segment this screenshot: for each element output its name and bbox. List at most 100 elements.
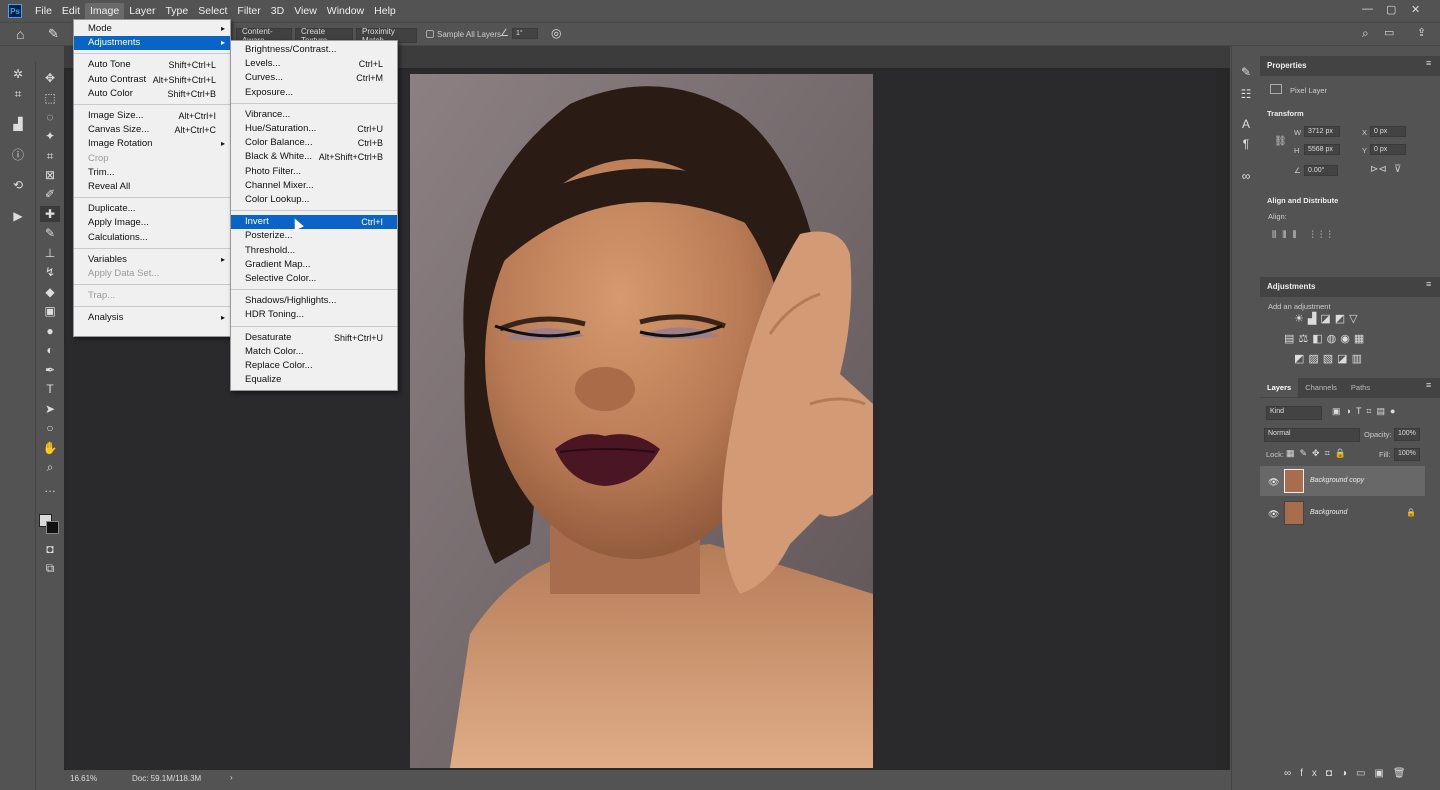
gradient-icon[interactable]: ▣	[40, 303, 60, 319]
blur-icon[interactable]: ●	[40, 323, 60, 339]
tab-paths[interactable]: Paths	[1344, 378, 1377, 397]
glyphs-icon[interactable]: ∞	[1236, 168, 1256, 184]
home-icon[interactable]: ⌂	[16, 26, 24, 42]
menu-item-invert[interactable]: Invert Ctrl+I	[231, 215, 397, 230]
transform-header[interactable]: Transform	[1267, 109, 1304, 118]
menu-item-auto-contrast[interactable]: Auto Contrast Alt+Shift+Ctrl+L	[74, 73, 230, 87]
character-icon[interactable]: A	[1236, 116, 1256, 132]
menu-item-crop[interactable]: Crop	[74, 152, 230, 166]
hand-tool-icon[interactable]: ✋	[40, 440, 60, 456]
menu-item-selective-color[interactable]: Selective Color...	[231, 272, 397, 286]
3d-icon[interactable]: ✲	[8, 66, 28, 82]
menu-item-match-color[interactable]: Match Color...	[231, 345, 397, 359]
stamp-tool-icon[interactable]: ⊥	[40, 245, 60, 261]
menu-layer[interactable]: Layer	[124, 3, 160, 19]
pressure-icon[interactable]: ◎	[551, 26, 561, 40]
menu-window[interactable]: Window	[322, 3, 369, 19]
menu-item-channel-mixer[interactable]: Channel Mixer...	[231, 179, 397, 193]
lasso-tool-icon[interactable]: ◌	[40, 109, 60, 125]
menu-item-gradient-map[interactable]: Gradient Map...	[231, 258, 397, 272]
adjustments-menu-icon[interactable]: ≡	[1426, 279, 1431, 289]
edit-icon[interactable]: ⌗	[8, 86, 28, 102]
menu-item-trim[interactable]: Trim...	[74, 166, 230, 180]
zoom-level[interactable]: 16.61%	[70, 774, 97, 783]
search-icon[interactable]: ⌕	[1362, 26, 1369, 41]
type-tool-icon[interactable]: T	[40, 381, 60, 397]
menu-item-replace-color[interactable]: Replace Color...	[231, 359, 397, 373]
zoom-tool-icon[interactable]: ⌕	[40, 459, 60, 475]
menu-item-auto-color[interactable]: Auto Color Shift+Ctrl+B	[74, 87, 230, 101]
adjustment-row-2[interactable]: ▤⚖◧◍◉▦	[1284, 332, 1368, 345]
menu-item-analysis[interactable]: Analysis ▸	[74, 311, 230, 325]
adjustments-header[interactable]: Adjustments	[1260, 277, 1440, 297]
menu-item-duplicate[interactable]: Duplicate...	[74, 202, 230, 216]
portrait-photo[interactable]	[410, 74, 873, 768]
menu-edit[interactable]: Edit	[57, 3, 85, 19]
menu-item-equalize[interactable]: Equalize	[231, 373, 397, 387]
menu-image[interactable]: Image	[85, 3, 125, 19]
y-field[interactable]: 0 px	[1370, 144, 1406, 155]
menu-item-color-lookup[interactable]: Color Lookup...	[231, 193, 397, 207]
align-header[interactable]: Align and Distribute	[1267, 196, 1338, 205]
menu-item-curves[interactable]: Curves... Ctrl+M	[231, 71, 397, 85]
close-icon[interactable]: ✕	[1411, 3, 1420, 16]
menu-item-image-rotation[interactable]: Image Rotation ▸	[74, 137, 230, 151]
properties-menu-icon[interactable]: ≡	[1426, 58, 1431, 68]
menu-item-color-balance[interactable]: Color Balance... Ctrl+B	[231, 136, 397, 150]
layer-actions[interactable]: ∞fx◘◑▭▣🗑	[1284, 768, 1415, 779]
menu-item-levels[interactable]: Levels... Ctrl+L	[231, 57, 397, 71]
move-tool-icon[interactable]: ✥	[40, 70, 60, 86]
menu-item-auto-tone[interactable]: Auto Tone Shift+Ctrl+L	[74, 58, 230, 72]
layer-name[interactable]: Background	[1310, 509, 1347, 516]
dodge-icon[interactable]: ◐	[40, 342, 60, 358]
kind-filter[interactable]: Kind	[1266, 406, 1322, 420]
lock-icons[interactable]: ▦✎✥⌗🔒	[1286, 448, 1351, 459]
menu-item-calculations[interactable]: Calculations...	[74, 231, 230, 245]
menu-item-exposure[interactable]: Exposure...	[231, 86, 397, 100]
adjustment-row-3[interactable]: ◩▨▧◪▥	[1294, 352, 1366, 365]
background-color-swatch[interactable]	[46, 521, 59, 534]
layers-menu-icon[interactable]: ≡	[1426, 380, 1431, 390]
history-brush-icon[interactable]: ↯	[40, 264, 60, 280]
layer-filter-icons[interactable]: ▣◑T⌗▤●	[1332, 406, 1400, 417]
history-icon[interactable]: ⟲	[8, 177, 28, 193]
menu-item-canvas-size[interactable]: Canvas Size... Alt+Ctrl+C	[74, 123, 230, 137]
ellipse-tool-icon[interactable]: ○	[40, 420, 60, 436]
menu-item-hdr-toning[interactable]: HDR Toning...	[231, 308, 397, 322]
healing-brush-icon[interactable]: ✚	[40, 206, 60, 222]
menu-item-brightness-contrast[interactable]: Brightness/Contrast...	[231, 43, 397, 57]
adjustment-row-1[interactable]: ☀▟◪◩▽	[1294, 312, 1362, 325]
screen-mode-icon[interactable]: ⧉	[40, 560, 60, 576]
visibility-eye-icon[interactable]: 👁	[1268, 477, 1279, 488]
menu-filter[interactable]: Filter	[232, 3, 265, 19]
workspace-icon[interactable]: ▭	[1384, 26, 1394, 39]
eraser-icon[interactable]: ◆	[40, 284, 60, 300]
minimize-icon[interactable]: —	[1362, 3, 1373, 15]
menu-item-black-white[interactable]: Black & White... Alt+Shift+Ctrl+B	[231, 150, 397, 164]
flip-horizontal-icon[interactable]: ⊳⊲	[1370, 164, 1387, 175]
layer-row-background[interactable]: 👁 Background 🔒	[1260, 498, 1425, 528]
share-icon[interactable]: ⇪	[1417, 26, 1426, 39]
x-field[interactable]: 0 px	[1370, 126, 1406, 137]
menu-item-vibrance[interactable]: Vibrance...	[231, 108, 397, 122]
layer-name[interactable]: Background copy	[1310, 477, 1364, 484]
link-icon[interactable]: ⛓	[1274, 136, 1287, 147]
flip-vertical-icon[interactable]: ⊽	[1394, 164, 1401, 175]
menu-item-reveal-all[interactable]: Reveal All	[74, 180, 230, 194]
more-tools-icon[interactable]: …	[40, 480, 60, 496]
layer-row-background-copy[interactable]: 👁 Background copy	[1260, 466, 1425, 496]
menu-help[interactable]: Help	[369, 3, 401, 19]
menu-type[interactable]: Type	[160, 3, 193, 19]
frame-tool-icon[interactable]: ⊠	[40, 167, 60, 183]
properties-header[interactable]: Properties	[1260, 56, 1440, 76]
menu-item-trap[interactable]: Trap...	[74, 289, 230, 303]
paragraph-icon[interactable]: ¶	[1236, 136, 1256, 152]
menu-item-variables[interactable]: Variables ▸	[74, 253, 230, 267]
tab-layers[interactable]: Layers	[1260, 378, 1299, 397]
blend-mode-select[interactable]: Normal	[1264, 428, 1360, 442]
brush-tool-icon[interactable]: ✎	[40, 225, 60, 241]
spot-healing-brush-icon[interactable]: ✎	[48, 26, 59, 42]
angle-input[interactable]: 1°	[512, 28, 538, 39]
visibility-eye-icon[interactable]: 👁	[1268, 509, 1279, 520]
width-field[interactable]: 3712 px	[1304, 126, 1340, 137]
